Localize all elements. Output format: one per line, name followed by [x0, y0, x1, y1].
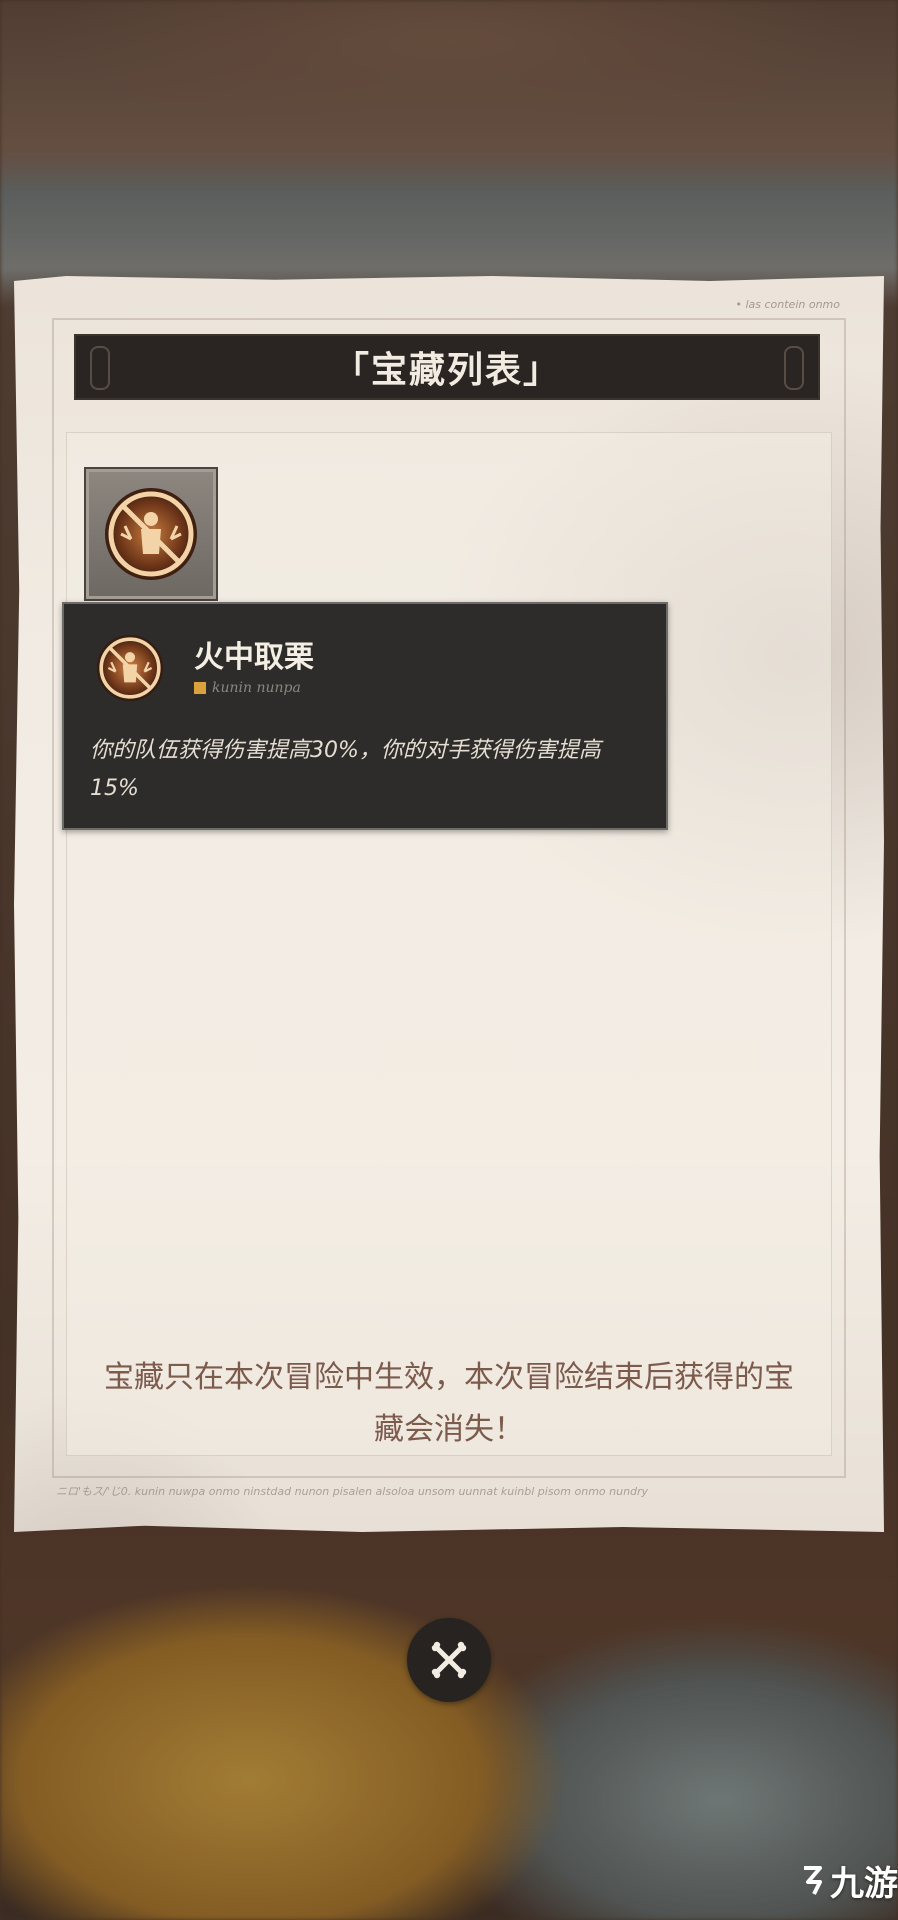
treasure-name: 火中取栗 — [194, 640, 314, 675]
jiuyou-watermark: 九游 — [800, 1856, 898, 1905]
treasure-medal-icon — [96, 634, 164, 702]
treasure-description: 你的队伍获得伤害提高30%，你的对手获得伤害提高15% — [90, 738, 601, 801]
banner-ornament-left — [90, 346, 110, 390]
treasure-medal-icon — [105, 488, 197, 580]
paper-tag-text: • las contein onmo — [735, 298, 840, 311]
close-button[interactable] — [407, 1618, 491, 1702]
treasure-tooltip: 火中取栗 kunin nunpa 你的队伍获得伤害提高30%，你的对手获得伤害提… — [62, 602, 668, 830]
treasure-subtitle: kunin nunpa — [194, 680, 301, 696]
treasure-slot[interactable] — [84, 467, 218, 601]
banner-ornament-right — [784, 346, 804, 390]
treasure-note: 宝藏只在本次冒险中生效，本次冒险结束后获得的宝藏会消失！ — [104, 1360, 794, 1447]
close-crossed-bones-icon — [431, 1641, 467, 1679]
page-title: 「宝藏列表」 — [332, 350, 561, 391]
rarity-flag-icon — [194, 682, 206, 694]
jiuyou-logo-icon — [804, 1865, 822, 1895]
watermark-text: 九游 — [830, 1864, 898, 1904]
treasure-subtitle-text: kunin nunpa — [212, 680, 301, 696]
title-banner: 「宝藏列表」 — [74, 334, 820, 400]
paper-footer-text: ニロ'もス/'じ0. kunin nuwpa onmo ninstdad nun… — [56, 1485, 649, 1498]
